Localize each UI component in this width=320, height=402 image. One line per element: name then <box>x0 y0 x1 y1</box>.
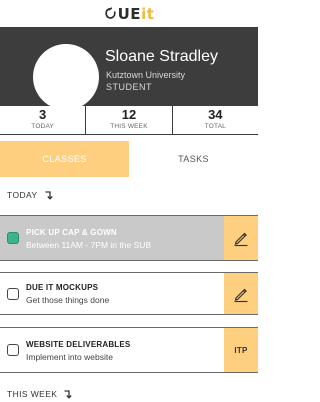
task-title: WEBSITE DELIVERABLES <box>26 340 131 349</box>
task-body[interactable]: WEBSITE DELIVERABLES Implement into webs… <box>0 328 224 372</box>
stat-this-week: 12 THIS WEEK <box>86 106 173 134</box>
logo-swirl-icon <box>105 7 116 19</box>
task-title: PICK UP CAP & GOWN <box>26 228 117 237</box>
task-checkbox[interactable] <box>7 287 19 300</box>
tab-tasks[interactable]: TASKS <box>129 141 258 177</box>
task-checkbox[interactable] <box>7 344 19 356</box>
section-this-week-label: THIS WEEK <box>7 389 58 399</box>
task-body[interactable]: DUE IT MOCKUPS Get those things done <box>0 273 224 314</box>
section-today-header[interactable]: TODAY <box>0 185 258 205</box>
profile-school: Kutztown University <box>106 70 186 80</box>
tab-bar: CLASSES TASKS <box>0 141 258 177</box>
task-row[interactable]: PICK UP CAP & GOWN Between 11AM - 7PM in… <box>0 215 258 261</box>
task-row[interactable]: WEBSITE DELIVERABLES Implement into webs… <box>0 327 258 373</box>
turn-down-arrow-icon <box>45 191 53 200</box>
stat-total-label: TOTAL <box>204 123 226 130</box>
task-class-label: ITP <box>234 345 248 355</box>
stats-bar: 3 TODAY 12 THIS WEEK 34 TOTAL <box>0 106 258 135</box>
profile-name: Sloane Stradley <box>105 48 218 65</box>
stat-this-week-label: THIS WEEK <box>110 123 148 130</box>
task-subtitle: Implement into website <box>26 352 113 362</box>
task-class-tag[interactable]: ITP <box>224 328 258 372</box>
turn-down-arrow-icon <box>64 390 73 399</box>
logo-bar: UE it <box>0 0 258 27</box>
stat-total: 34 TOTAL <box>173 106 258 134</box>
profile-role: STUDENT <box>106 82 152 92</box>
stat-total-value: 34 <box>208 107 223 122</box>
tab-classes[interactable]: CLASSES <box>0 141 129 177</box>
task-checkbox[interactable] <box>7 232 19 244</box>
section-this-week-header[interactable]: THIS WEEK <box>0 385 258 402</box>
stat-today-value: 3 <box>39 107 47 122</box>
stat-today: 3 TODAY <box>0 106 87 134</box>
task-subtitle: Get those things done <box>26 295 110 305</box>
pencil-icon <box>234 232 248 247</box>
stat-this-week-value: 12 <box>121 107 137 122</box>
app-screen: UE it Sloane Stradley Kutztown University… <box>0 0 258 402</box>
logo-accent-text: it <box>141 4 155 23</box>
edit-task-button[interactable] <box>224 273 258 314</box>
edit-task-button[interactable] <box>224 216 258 260</box>
pencil-icon <box>234 288 248 302</box>
profile-header: Sloane Stradley Kutztown University STUD… <box>0 27 258 106</box>
task-subtitle: Between 11AM - 7PM in the SUB <box>26 240 152 250</box>
avatar[interactable] <box>33 44 99 106</box>
task-body[interactable]: PICK UP CAP & GOWN Between 11AM - 7PM in… <box>0 216 224 260</box>
task-title: DUE IT MOCKUPS <box>26 283 99 292</box>
section-today-label: TODAY <box>7 190 38 200</box>
stat-today-label: TODAY <box>31 123 55 130</box>
app-logo: UE it <box>104 5 155 23</box>
task-row[interactable]: DUE IT MOCKUPS Get those things done <box>0 272 258 315</box>
logo-main-text: UE <box>117 4 142 23</box>
